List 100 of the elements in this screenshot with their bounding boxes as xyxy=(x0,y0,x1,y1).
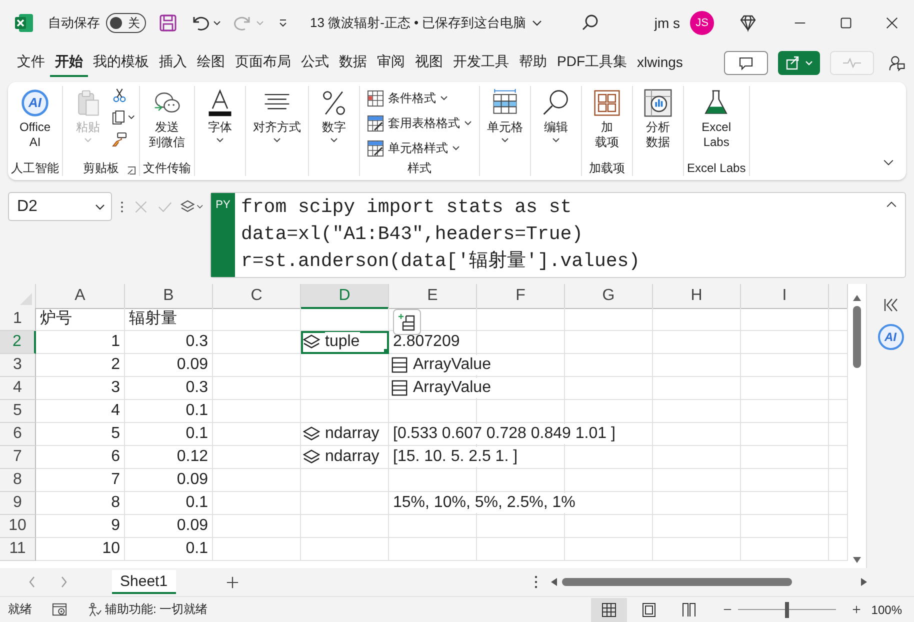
collapse-icon[interactable] xyxy=(886,201,897,208)
share-icon[interactable] xyxy=(785,55,801,71)
row-header[interactable]: 11 xyxy=(0,538,36,561)
menu-tab[interactable]: 我的模板 xyxy=(88,49,154,77)
ai-icon[interactable] xyxy=(20,88,50,118)
save-icon[interactable] xyxy=(158,13,178,33)
menu-tab[interactable]: 开发工具 xyxy=(448,49,514,77)
columns-icon[interactable] xyxy=(681,602,698,618)
layers-icon[interactable] xyxy=(303,334,320,350)
caret-icon[interactable] xyxy=(216,137,224,143)
layers-icon[interactable] xyxy=(303,449,320,465)
paintbrush-icon[interactable] xyxy=(112,132,127,147)
formula-editor[interactable]: from scipy import stats as st data=xl("A1:B43",headers=True) r=st.anderson(data['辐射量'].values) xyxy=(235,193,886,277)
insert-row-icon[interactable] xyxy=(398,313,416,331)
scroll-down-icon[interactable] xyxy=(852,556,862,564)
scissors-icon[interactable] xyxy=(112,88,127,103)
menu-tab[interactable]: 绘图 xyxy=(192,49,230,77)
column-header[interactable]: H xyxy=(653,284,741,309)
caret-icon[interactable] xyxy=(532,20,542,26)
page-icon[interactable] xyxy=(641,602,658,618)
layers-icon[interactable] xyxy=(180,200,204,214)
menu-tab[interactable]: 审阅 xyxy=(372,49,410,77)
menu-tab[interactable]: xlwings xyxy=(632,50,688,76)
close-icon[interactable] xyxy=(886,17,898,29)
row-header[interactable]: 8 xyxy=(0,469,36,492)
menu-tab[interactable]: 公式 xyxy=(296,49,334,77)
collapse-ribbon-icon[interactable] xyxy=(883,159,894,166)
menu-tab[interactable]: 帮助 xyxy=(514,49,552,77)
row-header[interactable]: 10 xyxy=(0,515,36,538)
comments-button[interactable] xyxy=(724,51,768,75)
search-icon[interactable] xyxy=(580,13,600,33)
table-icon[interactable] xyxy=(391,380,408,396)
previous-sheet-icon[interactable] xyxy=(28,576,36,588)
row-header[interactable]: 7 xyxy=(0,446,36,469)
caret-icon[interactable] xyxy=(452,145,460,151)
zoom-level[interactable]: 100% xyxy=(871,602,902,616)
next-sheet-icon[interactable] xyxy=(60,576,68,588)
ribbon-button[interactable]: AI Office AI xyxy=(13,86,57,152)
menu-tab[interactable]: 视图 xyxy=(410,49,448,77)
row-header[interactable]: 4 xyxy=(0,377,36,400)
menu-tab[interactable]: 文件 xyxy=(12,49,50,77)
menu-tab[interactable]: 页面布局 xyxy=(230,49,296,77)
menu-tab[interactable]: PDF工具集 xyxy=(552,49,632,77)
table-icon[interactable] xyxy=(367,140,384,156)
sheet-tab[interactable]: Sheet1 xyxy=(112,570,176,594)
caret-icon[interactable] xyxy=(213,20,221,26)
caret-icon[interactable] xyxy=(273,137,281,143)
ribbon-button[interactable]: 单元格样式 xyxy=(363,137,464,159)
dialog-launcher-icon[interactable] xyxy=(127,166,136,175)
table-icon[interactable] xyxy=(367,90,384,106)
accessibility-status[interactable]: 辅助功能: 一切就绪 xyxy=(105,601,208,618)
grid-icon[interactable] xyxy=(601,602,618,618)
menu-tab[interactable]: 开始 xyxy=(50,49,88,77)
caret-icon[interactable] xyxy=(440,95,448,101)
ribbon-button[interactable]: 分析 数据 xyxy=(636,86,680,152)
add-sheet-icon[interactable] xyxy=(226,576,239,588)
ribbon-button[interactable]: Excel Labs xyxy=(694,86,738,152)
menu-tab[interactable]: 数据 xyxy=(334,49,372,77)
menu-tab[interactable]: 插入 xyxy=(154,49,192,77)
ribbon-button[interactable]: 编辑 xyxy=(534,86,578,145)
ribbon-button[interactable]: 对齐方式 xyxy=(249,86,305,145)
caret-icon[interactable] xyxy=(330,137,338,143)
name-box[interactable]: D2 xyxy=(8,192,112,221)
scroll-right-icon[interactable] xyxy=(860,577,868,587)
column-header[interactable]: I xyxy=(741,284,829,309)
ribbon-button[interactable]: 单元格 xyxy=(483,86,527,145)
chart-magnifier-icon[interactable] xyxy=(643,88,673,118)
ribbon-button[interactable]: 条件格式 xyxy=(363,87,452,109)
more-icon[interactable] xyxy=(534,575,538,589)
layers-icon[interactable] xyxy=(303,426,320,442)
table-icon[interactable] xyxy=(391,357,408,373)
column-header[interactable]: G xyxy=(565,284,653,309)
table-icon[interactable] xyxy=(367,114,384,132)
macro-recording-icon[interactable] xyxy=(52,602,67,617)
insert-data-button[interactable] xyxy=(393,309,421,335)
caret-icon[interactable] xyxy=(501,137,509,143)
ai-assistant-button[interactable]: AI xyxy=(878,324,904,350)
row-header[interactable]: 6 xyxy=(0,423,36,446)
caret-icon[interactable] xyxy=(95,204,105,210)
comment-icon[interactable] xyxy=(738,55,754,71)
customize-icon[interactable] xyxy=(278,19,288,27)
ribbon-button[interactable]: 字体 xyxy=(198,86,242,145)
feedback-icon[interactable] xyxy=(888,54,906,72)
scrollbar-thumb[interactable] xyxy=(853,306,861,368)
maximize-icon[interactable] xyxy=(840,17,852,29)
view-button[interactable] xyxy=(591,598,628,622)
expand-pane-icon[interactable] xyxy=(882,298,898,312)
scroll-left-icon[interactable] xyxy=(550,577,558,587)
row-header[interactable]: 5 xyxy=(0,400,36,423)
row-header[interactable]: 1 xyxy=(0,308,36,331)
column-header[interactable]: F xyxy=(477,284,565,309)
copy-icon[interactable] xyxy=(112,110,136,125)
scrollbar-thumb[interactable] xyxy=(562,578,792,586)
row-header[interactable]: 2 xyxy=(0,331,36,354)
autosave-toggle[interactable]: 关 xyxy=(106,13,146,33)
ribbon-button[interactable]: 发送 到微信 xyxy=(145,86,189,152)
share-button[interactable] xyxy=(778,51,820,75)
caret-icon[interactable] xyxy=(464,120,472,126)
document-title[interactable]: 13 微波辐射-正态 • 已保存到这台电脑 xyxy=(310,14,542,32)
accessibility-icon[interactable] xyxy=(87,602,102,617)
